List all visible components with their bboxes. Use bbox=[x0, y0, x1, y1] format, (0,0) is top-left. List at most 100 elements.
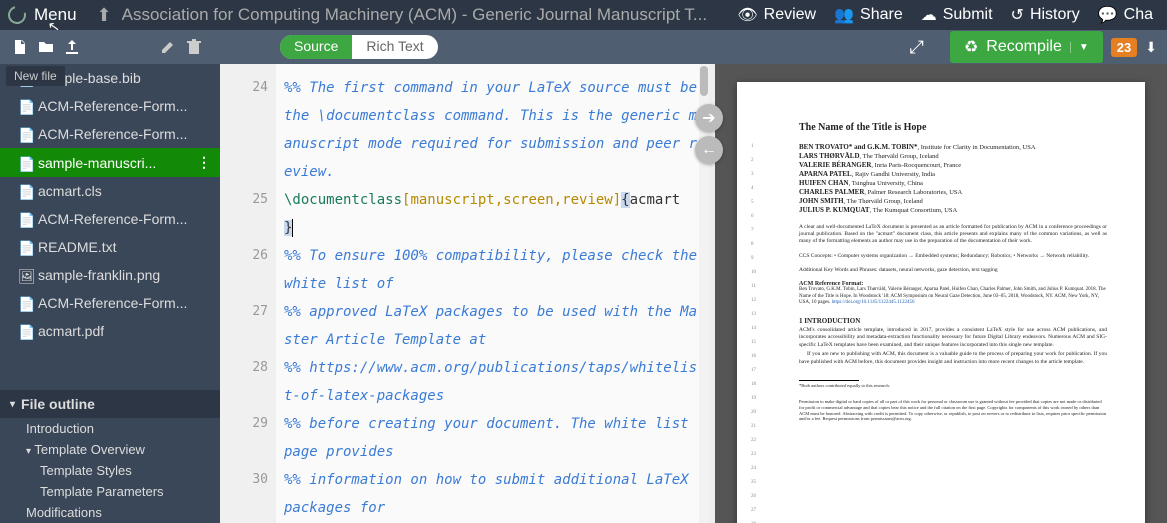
pane-divider[interactable]: ➔ ← bbox=[709, 64, 715, 523]
file-outline-label: File outline bbox=[21, 396, 95, 412]
new-folder-icon[interactable] bbox=[38, 39, 54, 55]
expand-editor-icon[interactable]: ⤢ bbox=[910, 37, 924, 58]
outline-item[interactable]: Template Styles bbox=[0, 460, 220, 481]
pdf-abstract: A clear and well-documented LaTeX docume… bbox=[799, 224, 1107, 245]
file-name: ACM-Reference-Form... bbox=[38, 295, 187, 311]
share-icon: 👥 bbox=[834, 5, 854, 25]
submit-button[interactable]: ☁ Submit bbox=[915, 5, 999, 25]
file-row[interactable]: 📄ACM-Reference-Form... bbox=[0, 120, 220, 148]
new-file-tooltip: New file bbox=[6, 66, 65, 86]
file-icon: 📄 bbox=[18, 99, 32, 113]
code-line[interactable]: %% before creating your document. The wh… bbox=[284, 410, 697, 466]
pdf-line-numbers: 1234567891011121314151617181920212223242… bbox=[751, 140, 756, 523]
recompile-dropdown-icon[interactable]: ▼ bbox=[1070, 42, 1089, 53]
pdf-preview[interactable]: 1234567891011121314151617181920212223242… bbox=[715, 64, 1167, 523]
file-name: sample-franklin.png bbox=[38, 267, 160, 283]
share-button[interactable]: 👥 Share bbox=[828, 5, 909, 25]
sync-pdf-to-code-icon[interactable]: ← bbox=[695, 136, 723, 164]
error-count-badge[interactable]: 23 bbox=[1111, 38, 1137, 57]
scroll-thumb[interactable] bbox=[700, 66, 708, 96]
chat-label: Cha bbox=[1124, 6, 1153, 24]
file-name: acmart.pdf bbox=[38, 323, 104, 339]
code-line[interactable]: %% https://www.acm.org/publications/taps… bbox=[284, 354, 697, 410]
line-number: 24 bbox=[220, 74, 268, 186]
pdf-author-line: LARS THØRVÄLD, The Thørväld Group, Icela… bbox=[799, 152, 1107, 160]
pdf-author-line: APARNA PATEL, Rajiv Gandhi University, I… bbox=[799, 170, 1107, 178]
file-row[interactable]: 📄README.txt bbox=[0, 233, 220, 261]
share-label: Share bbox=[860, 6, 903, 24]
file-row[interactable]: 🖼 sample-franklin.png bbox=[0, 261, 220, 289]
pdf-author-line: BEN TROVATO* and G.K.M. TOBIN*, Institut… bbox=[799, 143, 1107, 151]
up-arrow-icon[interactable]: ⬆ bbox=[97, 5, 112, 26]
project-title: Association for Computing Machinery (ACM… bbox=[122, 5, 722, 25]
line-number: 27 bbox=[220, 298, 268, 354]
file-row[interactable]: 📄ACM-Reference-Form... bbox=[0, 289, 220, 317]
file-tree: 📄sample-base.bib📄ACM-Reference-Form...📄A… bbox=[0, 64, 220, 390]
file-row[interactable]: 📄acmart.pdf bbox=[0, 317, 220, 345]
chat-button[interactable]: 💬 Cha bbox=[1092, 5, 1159, 25]
rename-icon[interactable] bbox=[160, 39, 176, 55]
chat-icon: 💬 bbox=[1098, 5, 1118, 25]
outline-item[interactable]: ▾ Template Overview bbox=[0, 439, 220, 460]
download-pdf-icon[interactable]: ⬇ bbox=[1145, 39, 1157, 56]
chevron-down-icon: ▾ bbox=[26, 446, 31, 457]
line-number: 29 bbox=[220, 410, 268, 466]
file-outline-header[interactable]: ▾ File outline bbox=[0, 390, 220, 418]
code-line[interactable]: \documentclass[manuscript,screen,review]… bbox=[284, 186, 697, 242]
code-line[interactable]: %% To ensure 100% compatibility, please … bbox=[284, 242, 697, 298]
line-number: 28 bbox=[220, 354, 268, 410]
file-icon: 📄 bbox=[18, 184, 32, 198]
outline-item[interactable]: Template Parameters bbox=[0, 481, 220, 502]
line-gutter: 24252627282930 bbox=[220, 64, 276, 523]
pdf-author-line: JULIUS P. KUMQUAT, The Kumquat Consortiu… bbox=[799, 206, 1107, 214]
new-file-icon[interactable] bbox=[12, 39, 28, 55]
top-bar: Menu ⬆ Association for Computing Machine… bbox=[0, 0, 1167, 30]
code-line[interactable]: %% approved LaTeX packages to be used wi… bbox=[284, 298, 697, 354]
file-row[interactable]: 📄sample-manuscri...⋮ bbox=[0, 148, 220, 177]
sync-code-to-pdf-icon[interactable]: ➔ bbox=[695, 104, 723, 132]
file-name: acmart.cls bbox=[38, 183, 102, 199]
code-area[interactable]: %% The first command in your LaTeX sourc… bbox=[276, 64, 709, 523]
review-label: Review bbox=[764, 6, 816, 24]
pdf-author-line: CHARLES PALMER, Palmer Research Laborato… bbox=[799, 188, 1107, 196]
file-name: sample-manuscri... bbox=[38, 155, 156, 171]
overleaf-logo-icon[interactable] bbox=[5, 3, 30, 28]
file-icon: 📄 bbox=[18, 127, 32, 141]
sidebar: New file 📄sample-base.bib📄ACM-Reference-… bbox=[0, 64, 220, 523]
submit-icon: ☁ bbox=[921, 5, 937, 25]
file-icon: 📄 bbox=[18, 240, 32, 254]
recompile-button[interactable]: ♻ Recompile ▼ bbox=[950, 31, 1103, 63]
pdf-keywords: Additional Key Words and Phrases: datase… bbox=[799, 267, 1107, 273]
file-menu-icon[interactable]: ⋮ bbox=[197, 154, 212, 171]
recompile-label: Recompile bbox=[986, 38, 1062, 56]
line-number: 30 bbox=[220, 466, 268, 522]
file-icon: 📄 bbox=[18, 212, 32, 226]
pdf-title: The Name of the Title is Hope bbox=[799, 122, 1107, 133]
outline-item[interactable]: Modifications bbox=[0, 502, 220, 523]
rich-text-tab[interactable]: Rich Text bbox=[352, 35, 437, 59]
file-row[interactable]: 📄 acmart.cls bbox=[0, 177, 220, 205]
submit-label: Submit bbox=[943, 6, 993, 24]
code-line[interactable]: %% The first command in your LaTeX sourc… bbox=[284, 74, 697, 186]
delete-icon[interactable] bbox=[186, 39, 202, 55]
pdf-body-2: If you are new to publishing with ACM, t… bbox=[799, 351, 1107, 366]
file-row[interactable]: 📄ACM-Reference-Form... bbox=[0, 205, 220, 233]
upload-icon[interactable] bbox=[64, 39, 80, 55]
outline-item[interactable]: Introduction bbox=[0, 418, 220, 439]
history-button[interactable]: ↺ History bbox=[1005, 5, 1086, 25]
main-area: New file 📄sample-base.bib📄ACM-Reference-… bbox=[0, 64, 1167, 523]
image-icon: 🖼 bbox=[18, 268, 32, 282]
recompile-icon: ♻ bbox=[964, 37, 978, 57]
source-tab[interactable]: Source bbox=[280, 35, 352, 59]
pdf-author-line: HUIFEN CHAN, Tsinghua University, China bbox=[799, 179, 1107, 187]
code-line[interactable]: %% information on how to submit addition… bbox=[284, 466, 697, 522]
chevron-down-icon: ▾ bbox=[10, 399, 15, 410]
pdf-footnote-1: *Both authors contributed equally to thi… bbox=[799, 383, 1107, 389]
file-row[interactable]: 📄ACM-Reference-Form... bbox=[0, 92, 220, 120]
line-number: 25 bbox=[220, 186, 268, 242]
history-icon: ↺ bbox=[1011, 5, 1024, 25]
pdf-doi-link[interactable]: https://doi.org/10.1145/1122445.1122456 bbox=[832, 300, 915, 305]
review-button[interactable]: 👁 Review bbox=[731, 5, 822, 25]
code-editor[interactable]: 24252627282930 %% The first command in y… bbox=[220, 64, 709, 523]
editor-mode-toggle[interactable]: Source Rich Text bbox=[280, 35, 438, 59]
